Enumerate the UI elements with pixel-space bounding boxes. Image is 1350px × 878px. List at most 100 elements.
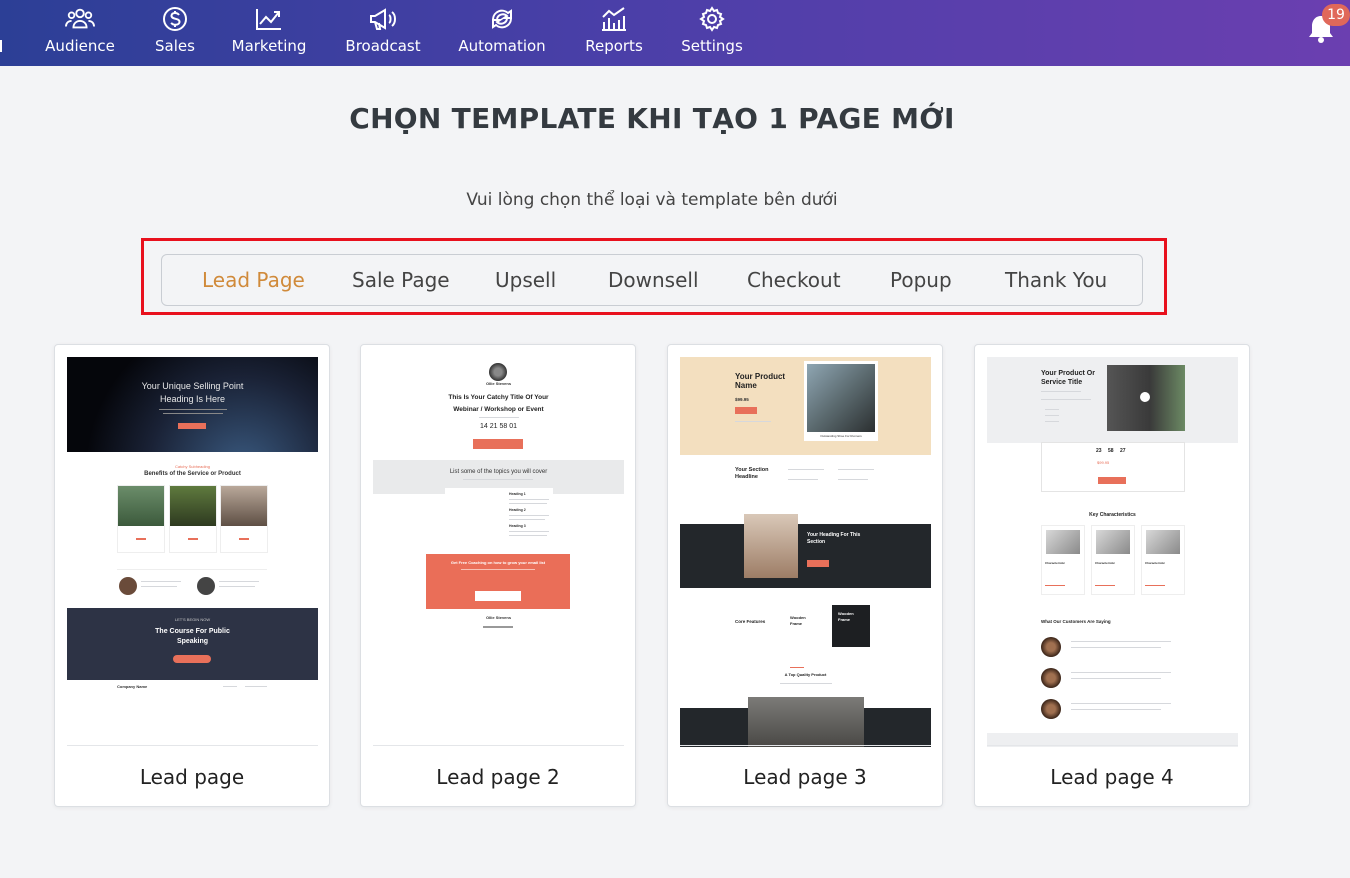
tab-upsell[interactable]: Upsell xyxy=(495,255,556,305)
category-tabs: Lead Page Sale Page Upsell Downsell Chec… xyxy=(161,254,1143,306)
hero-text xyxy=(1045,415,1059,416)
nav-label: Sales xyxy=(155,37,195,55)
feature-title: Frame xyxy=(838,617,851,622)
topic-text xyxy=(509,503,547,504)
template-card-lead-page-3[interactable]: Your Product Name $99.95 Outstanding Sho… xyxy=(667,344,943,807)
characteristic-title: Characteristic xyxy=(1095,561,1116,565)
accent-bar xyxy=(1045,585,1065,586)
tab-downsell[interactable]: Downsell xyxy=(608,255,699,305)
countdown-days: 23 xyxy=(1096,448,1102,454)
testimonial-text xyxy=(219,581,259,582)
nav-item-broadcast[interactable]: Broadcast xyxy=(345,0,421,66)
template-preview: Your Unique Selling Point Heading Is Her… xyxy=(67,357,318,747)
feature-title: Wooden xyxy=(790,615,806,620)
product-photo xyxy=(748,697,864,747)
product-title: Your Product Or xyxy=(1041,370,1095,377)
tab-popup[interactable]: Popup xyxy=(890,255,952,305)
product-photo-frame xyxy=(804,361,878,441)
hero-text xyxy=(735,421,771,422)
quality-text xyxy=(780,683,832,684)
top-navigation: Audience Sales Marketing Broadcast Autom… xyxy=(0,0,1350,66)
dollar-icon xyxy=(163,7,187,31)
topic-heading: Heading 2 xyxy=(509,508,526,512)
webinar-title: Webinar / Workshop or Event xyxy=(453,406,544,413)
tab-sale-page[interactable]: Sale Page xyxy=(352,255,450,305)
testimonial-text xyxy=(1071,672,1171,673)
section-title: Benefits of the Service or Product xyxy=(144,471,241,477)
template-card-lead-page-4[interactable]: Your Product Or Service Title 23 58 27 $… xyxy=(974,344,1250,807)
topic-text xyxy=(509,515,549,516)
notification-badge[interactable]: 19 xyxy=(1322,4,1350,26)
benefit-card xyxy=(117,485,165,553)
dark-heading: Your Heading For This xyxy=(807,532,861,538)
testimonial-text xyxy=(141,581,181,582)
avatar xyxy=(119,577,137,595)
nav-item-sales[interactable]: Sales xyxy=(150,0,200,66)
cta-text xyxy=(461,569,535,570)
customer-avatar xyxy=(1041,699,1061,719)
topics-input xyxy=(445,488,553,494)
hero-text xyxy=(1045,421,1059,422)
banner-eyebrow: LET'S BEGIN NOW xyxy=(174,617,211,622)
nav-item-settings[interactable]: Settings xyxy=(680,0,744,66)
section-headline: Your Section xyxy=(735,467,769,473)
nav-item-reports[interactable]: Reports xyxy=(584,0,644,66)
section-title: Key Characteristics xyxy=(1089,512,1136,518)
nav-item-marketing[interactable]: Marketing xyxy=(232,0,306,66)
product-name: Your Product xyxy=(735,372,786,381)
megaphone-icon xyxy=(370,8,396,30)
hero-button xyxy=(178,423,206,429)
section-text xyxy=(788,479,818,480)
testimonial-text xyxy=(1071,641,1171,642)
social-icons xyxy=(483,626,513,628)
nav-item-audience[interactable]: Audience xyxy=(45,0,115,66)
footer-company: Company Name xyxy=(117,684,148,689)
photo-caption: Outstanding Shoe For Runners xyxy=(820,434,862,438)
webinar-title: This Is Your Catchy Title Of Your xyxy=(448,394,549,401)
feature-title: Wooden xyxy=(838,611,854,616)
testimonials-title: What Our Customers Are Saying xyxy=(1041,619,1111,624)
characteristic-title: Characteristic xyxy=(1145,561,1166,565)
template-card-lead-page[interactable]: Your Unique Selling Point Heading Is Her… xyxy=(54,344,330,807)
section-headline: Headline xyxy=(735,474,758,480)
testimonial-text xyxy=(1071,703,1171,704)
template-name: Lead page 2 xyxy=(436,765,560,789)
tab-checkout[interactable]: Checkout xyxy=(747,255,841,305)
nav-label: Reports xyxy=(585,37,643,55)
avatar xyxy=(197,577,215,595)
video-thumbnail xyxy=(1107,365,1185,431)
cta-title: Get Free Coaching on how to grow your em… xyxy=(450,560,546,565)
reports-icon xyxy=(602,7,626,31)
banner-title: Speaking xyxy=(176,638,209,645)
topic-text xyxy=(509,531,549,532)
hero-text xyxy=(1045,409,1059,410)
hero-text xyxy=(1041,391,1081,392)
template-name: Lead page 3 xyxy=(743,765,867,789)
nav-item-automation[interactable]: Automation xyxy=(458,0,546,66)
divider-line xyxy=(117,569,267,570)
chart-line-icon xyxy=(256,9,281,30)
card-divider xyxy=(987,745,1238,746)
users-icon xyxy=(65,8,95,29)
template-preview: Ollie Stevens This Is Your Catchy Title … xyxy=(373,357,624,747)
buy-button xyxy=(1098,477,1126,484)
price: $99.95 xyxy=(1097,460,1110,465)
topic-heading: Heading 1 xyxy=(509,492,526,496)
banner-button xyxy=(173,655,211,663)
template-card-lead-page-2[interactable]: Ollie Stevens This Is Your Catchy Title … xyxy=(360,344,636,807)
topic-text xyxy=(509,499,549,500)
countdown: 14 21 58 01 xyxy=(480,423,517,430)
topics-title: List some of the topics you will cover xyxy=(449,469,548,475)
product-title: Service Title xyxy=(1041,379,1083,386)
nav-label: Marketing xyxy=(231,37,307,55)
topic-heading: Heading 3 xyxy=(509,524,526,528)
benefit-card xyxy=(169,485,217,553)
page-subtitle: Vui lòng chọn thể loại và template bên d… xyxy=(466,190,838,210)
tab-thank-you[interactable]: Thank You xyxy=(1005,255,1107,305)
host-name: Ollie Stevens xyxy=(485,381,512,386)
cta-input xyxy=(475,591,521,601)
template-preview: Your Product Name $99.95 Outstanding Sho… xyxy=(680,357,931,747)
eyebrow: Catchy Subheading xyxy=(175,464,210,469)
tab-lead-page[interactable]: Lead Page xyxy=(202,255,305,305)
dark-button xyxy=(807,560,829,567)
